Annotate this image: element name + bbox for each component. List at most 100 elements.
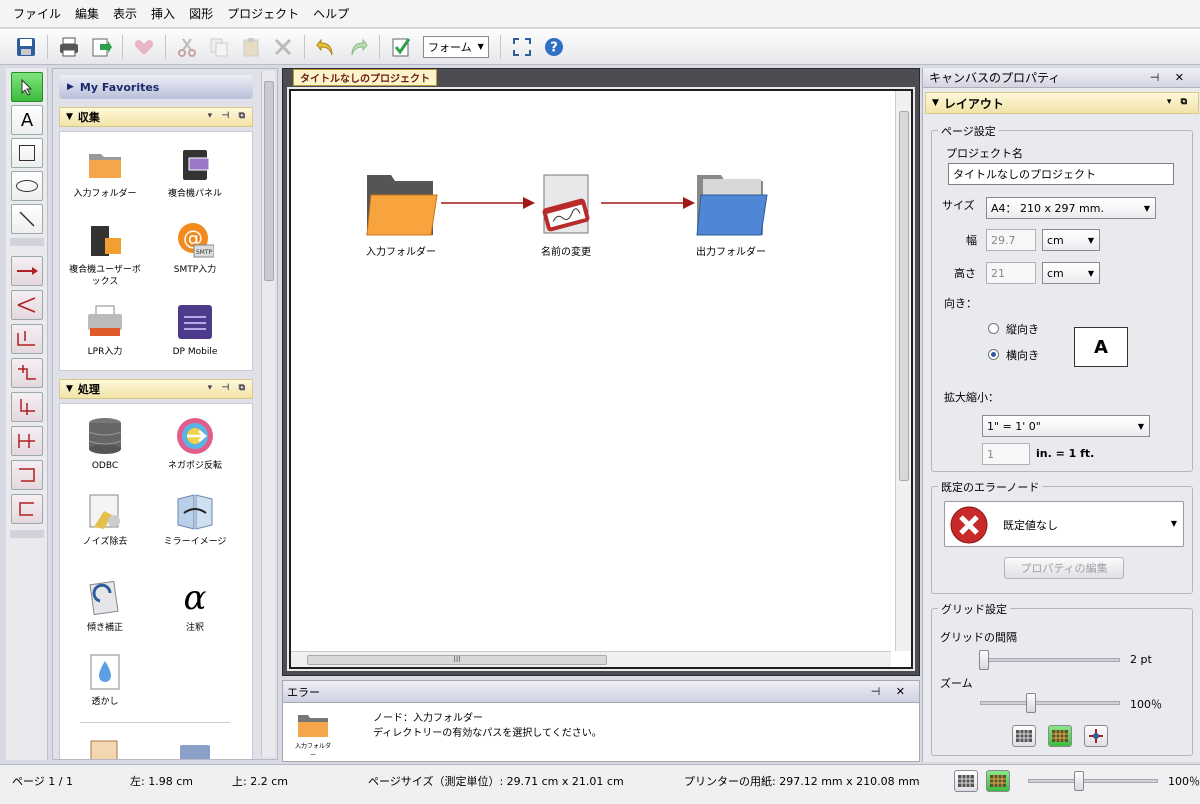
palette-lpr-input[interactable]: LPR入力	[65, 302, 145, 358]
panel-pin-close-icon[interactable]: ⊣ ✕	[871, 685, 911, 698]
canvas-vertical-scrollbar[interactable]	[895, 91, 911, 651]
pointer-tool[interactable]	[11, 72, 43, 102]
grid-spacing-knob[interactable]	[979, 650, 989, 670]
status-zoom-knob[interactable]	[1074, 771, 1084, 791]
connector-loop-tool-2[interactable]	[11, 494, 43, 524]
tool-strip: A	[6, 68, 48, 760]
palette-smtp-input[interactable]: @ SMTP SMTP入力	[155, 220, 235, 276]
error-text: ディレクトリーの有効なパスを選択してください。	[373, 728, 602, 739]
ellipse-tool[interactable]	[11, 171, 43, 201]
zoom-slider[interactable]	[980, 701, 1120, 705]
menu-help[interactable]: ヘルプ	[306, 5, 356, 22]
collect-section-header[interactable]: ▼ 収集 ▾ ⊣ ⧉	[59, 107, 253, 127]
canvas-frame: 入力フォルダー 名前の変更 出力フォルダー III	[287, 87, 915, 671]
validate-icon[interactable]	[388, 34, 414, 60]
height-field[interactable]: 21	[986, 262, 1036, 284]
project-name-field[interactable]: タイトルなしのプロジェクト	[948, 163, 1174, 185]
undo-icon[interactable]	[313, 34, 339, 60]
status-top: 上: 2.2 cm	[232, 775, 288, 788]
width-unit-select[interactable]: cm ▼	[1042, 229, 1100, 251]
edit-properties-button[interactable]: プロパティの編集	[1004, 557, 1124, 579]
connector-elbow-tool-1[interactable]	[11, 324, 43, 354]
redo-icon[interactable]	[345, 34, 371, 60]
error-node-select[interactable]: 既定値なし ▼	[944, 501, 1184, 547]
fit-to-window-icon[interactable]	[509, 34, 535, 60]
grid-spacing-slider[interactable]	[980, 658, 1120, 662]
collect-section: 入力フォルダー 複合機パネル 複合機ユーザーボックス @ SMTP SMTP入力 …	[59, 131, 253, 371]
favorite-add-icon[interactable]	[131, 34, 157, 60]
menu-insert[interactable]: 挿入	[144, 5, 182, 22]
help-icon[interactable]: ?	[541, 34, 567, 60]
palette-odbc[interactable]: ODBC	[65, 416, 145, 472]
node-output-folder[interactable]: 出力フォルダー	[676, 171, 786, 258]
palette-more-item-1[interactable]	[65, 734, 145, 759]
properties-pin-close-icon[interactable]: ⊣ ✕	[1150, 71, 1190, 84]
palette-mfp-panel[interactable]: 複合機パネル	[155, 144, 235, 200]
status-zoom-slider[interactable]	[1028, 779, 1158, 783]
menu-file[interactable]: ファイル	[6, 5, 68, 22]
landscape-radio[interactable]	[988, 349, 999, 360]
paste-icon[interactable]	[238, 34, 264, 60]
palette-annotation[interactable]: α 注釈	[155, 578, 235, 634]
status-page: ページ 1 / 1	[12, 775, 73, 788]
connector-elbow-tool-2[interactable]	[11, 358, 43, 388]
canvas-horizontal-scrollbar[interactable]: III	[291, 651, 891, 667]
menu-edit[interactable]: 編集	[68, 5, 106, 22]
rectangle-tool[interactable]	[11, 138, 43, 168]
connector-branch-tool[interactable]	[11, 290, 43, 320]
scale-select[interactable]: 1" = 1' 0" ▼	[982, 415, 1150, 437]
node-input-folder[interactable]: 入力フォルダー	[346, 171, 456, 258]
connector-loop-tool-1[interactable]	[11, 460, 43, 490]
grid-snap-button[interactable]	[1048, 725, 1072, 747]
height-unit-select[interactable]: cm ▼	[1042, 262, 1100, 284]
palette-deskew[interactable]: 傾き補正	[65, 578, 145, 634]
project-tab[interactable]: タイトルなしのプロジェクト	[293, 69, 437, 86]
error-message: ノード：入力フォルダー ディレクトリーの有効なパスを選択してください。	[373, 711, 602, 741]
export-icon[interactable]	[88, 34, 114, 60]
palette-scrollbar[interactable]	[261, 71, 275, 757]
save-icon[interactable]	[13, 34, 39, 60]
palette-mfp-user-box[interactable]: 複合機ユーザーボックス	[65, 220, 145, 288]
connector-elbow-tool-3[interactable]	[11, 392, 43, 422]
process-section: ODBC ネガポジ反転 ノイズ除去 ミラーイメージ 傾き補正 α 注釈 透かし	[59, 403, 253, 759]
svg-text:SMTP: SMTP	[196, 249, 213, 256]
menu-view[interactable]: 表示	[106, 5, 144, 22]
cut-icon[interactable]	[174, 34, 200, 60]
node-rename[interactable]: 名前の変更	[511, 171, 621, 258]
connector-straight-tool[interactable]	[11, 256, 43, 286]
delete-icon[interactable]	[270, 34, 296, 60]
palette-dp-mobile[interactable]: DP Mobile	[155, 302, 235, 358]
print-icon[interactable]	[56, 34, 82, 60]
zoom-knob[interactable]	[1026, 693, 1036, 713]
palette-more-item-2[interactable]	[155, 734, 235, 759]
palette-negative-positive[interactable]: ネガポジ反転	[155, 416, 235, 472]
workflow-canvas[interactable]: 入力フォルダー 名前の変更 出力フォルダー	[291, 91, 911, 667]
process-section-header[interactable]: ▼ 処理 ▾ ⊣ ⧉	[59, 379, 253, 399]
palette-mirror-image[interactable]: ミラーイメージ	[155, 492, 235, 548]
status-snap-button[interactable]	[986, 770, 1010, 792]
error-panel: エラー ⊣ ✕ 入力フォルダー ノード：入力フォルダー ディレクトリーの有効なパ…	[282, 680, 920, 762]
copy-icon[interactable]	[206, 34, 232, 60]
scale-input[interactable]: 1	[982, 443, 1030, 465]
status-grid-button[interactable]	[954, 770, 978, 792]
width-field[interactable]: 29.7	[986, 229, 1036, 251]
form-select[interactable]: フォーム ▼	[423, 35, 489, 58]
palette-input-folder[interactable]: 入力フォルダー	[65, 144, 145, 200]
menu-project[interactable]: プロジェクト	[220, 5, 306, 22]
page-size-select[interactable]: A4： 210 x 297 mm. ▼	[986, 197, 1156, 219]
text-tool[interactable]: A	[11, 105, 43, 135]
error-panel-header: エラー ⊣ ✕	[283, 681, 919, 703]
portrait-radio[interactable]	[988, 323, 999, 334]
orientation-preview: A	[1074, 327, 1128, 367]
grid-origin-button[interactable]	[1084, 725, 1108, 747]
error-node-thumbnail[interactable]: 入力フォルダー	[293, 713, 333, 759]
line-tool[interactable]	[11, 204, 43, 234]
grid-dots-button[interactable]	[1012, 725, 1036, 747]
palette-watermark[interactable]: 透かし	[65, 652, 145, 708]
favorites-header[interactable]: ▶ My Favorites	[59, 75, 253, 99]
menu-shape[interactable]: 図形	[182, 5, 220, 22]
status-page-size: ページサイズ（測定単位）: 29.71 cm x 21.01 cm	[368, 775, 624, 788]
palette-noise-removal[interactable]: ノイズ除去	[65, 492, 145, 548]
connector-elbow-tool-4[interactable]	[11, 426, 43, 456]
layout-section-header[interactable]: ▼ レイアウト ▾ ⧉	[925, 92, 1199, 114]
